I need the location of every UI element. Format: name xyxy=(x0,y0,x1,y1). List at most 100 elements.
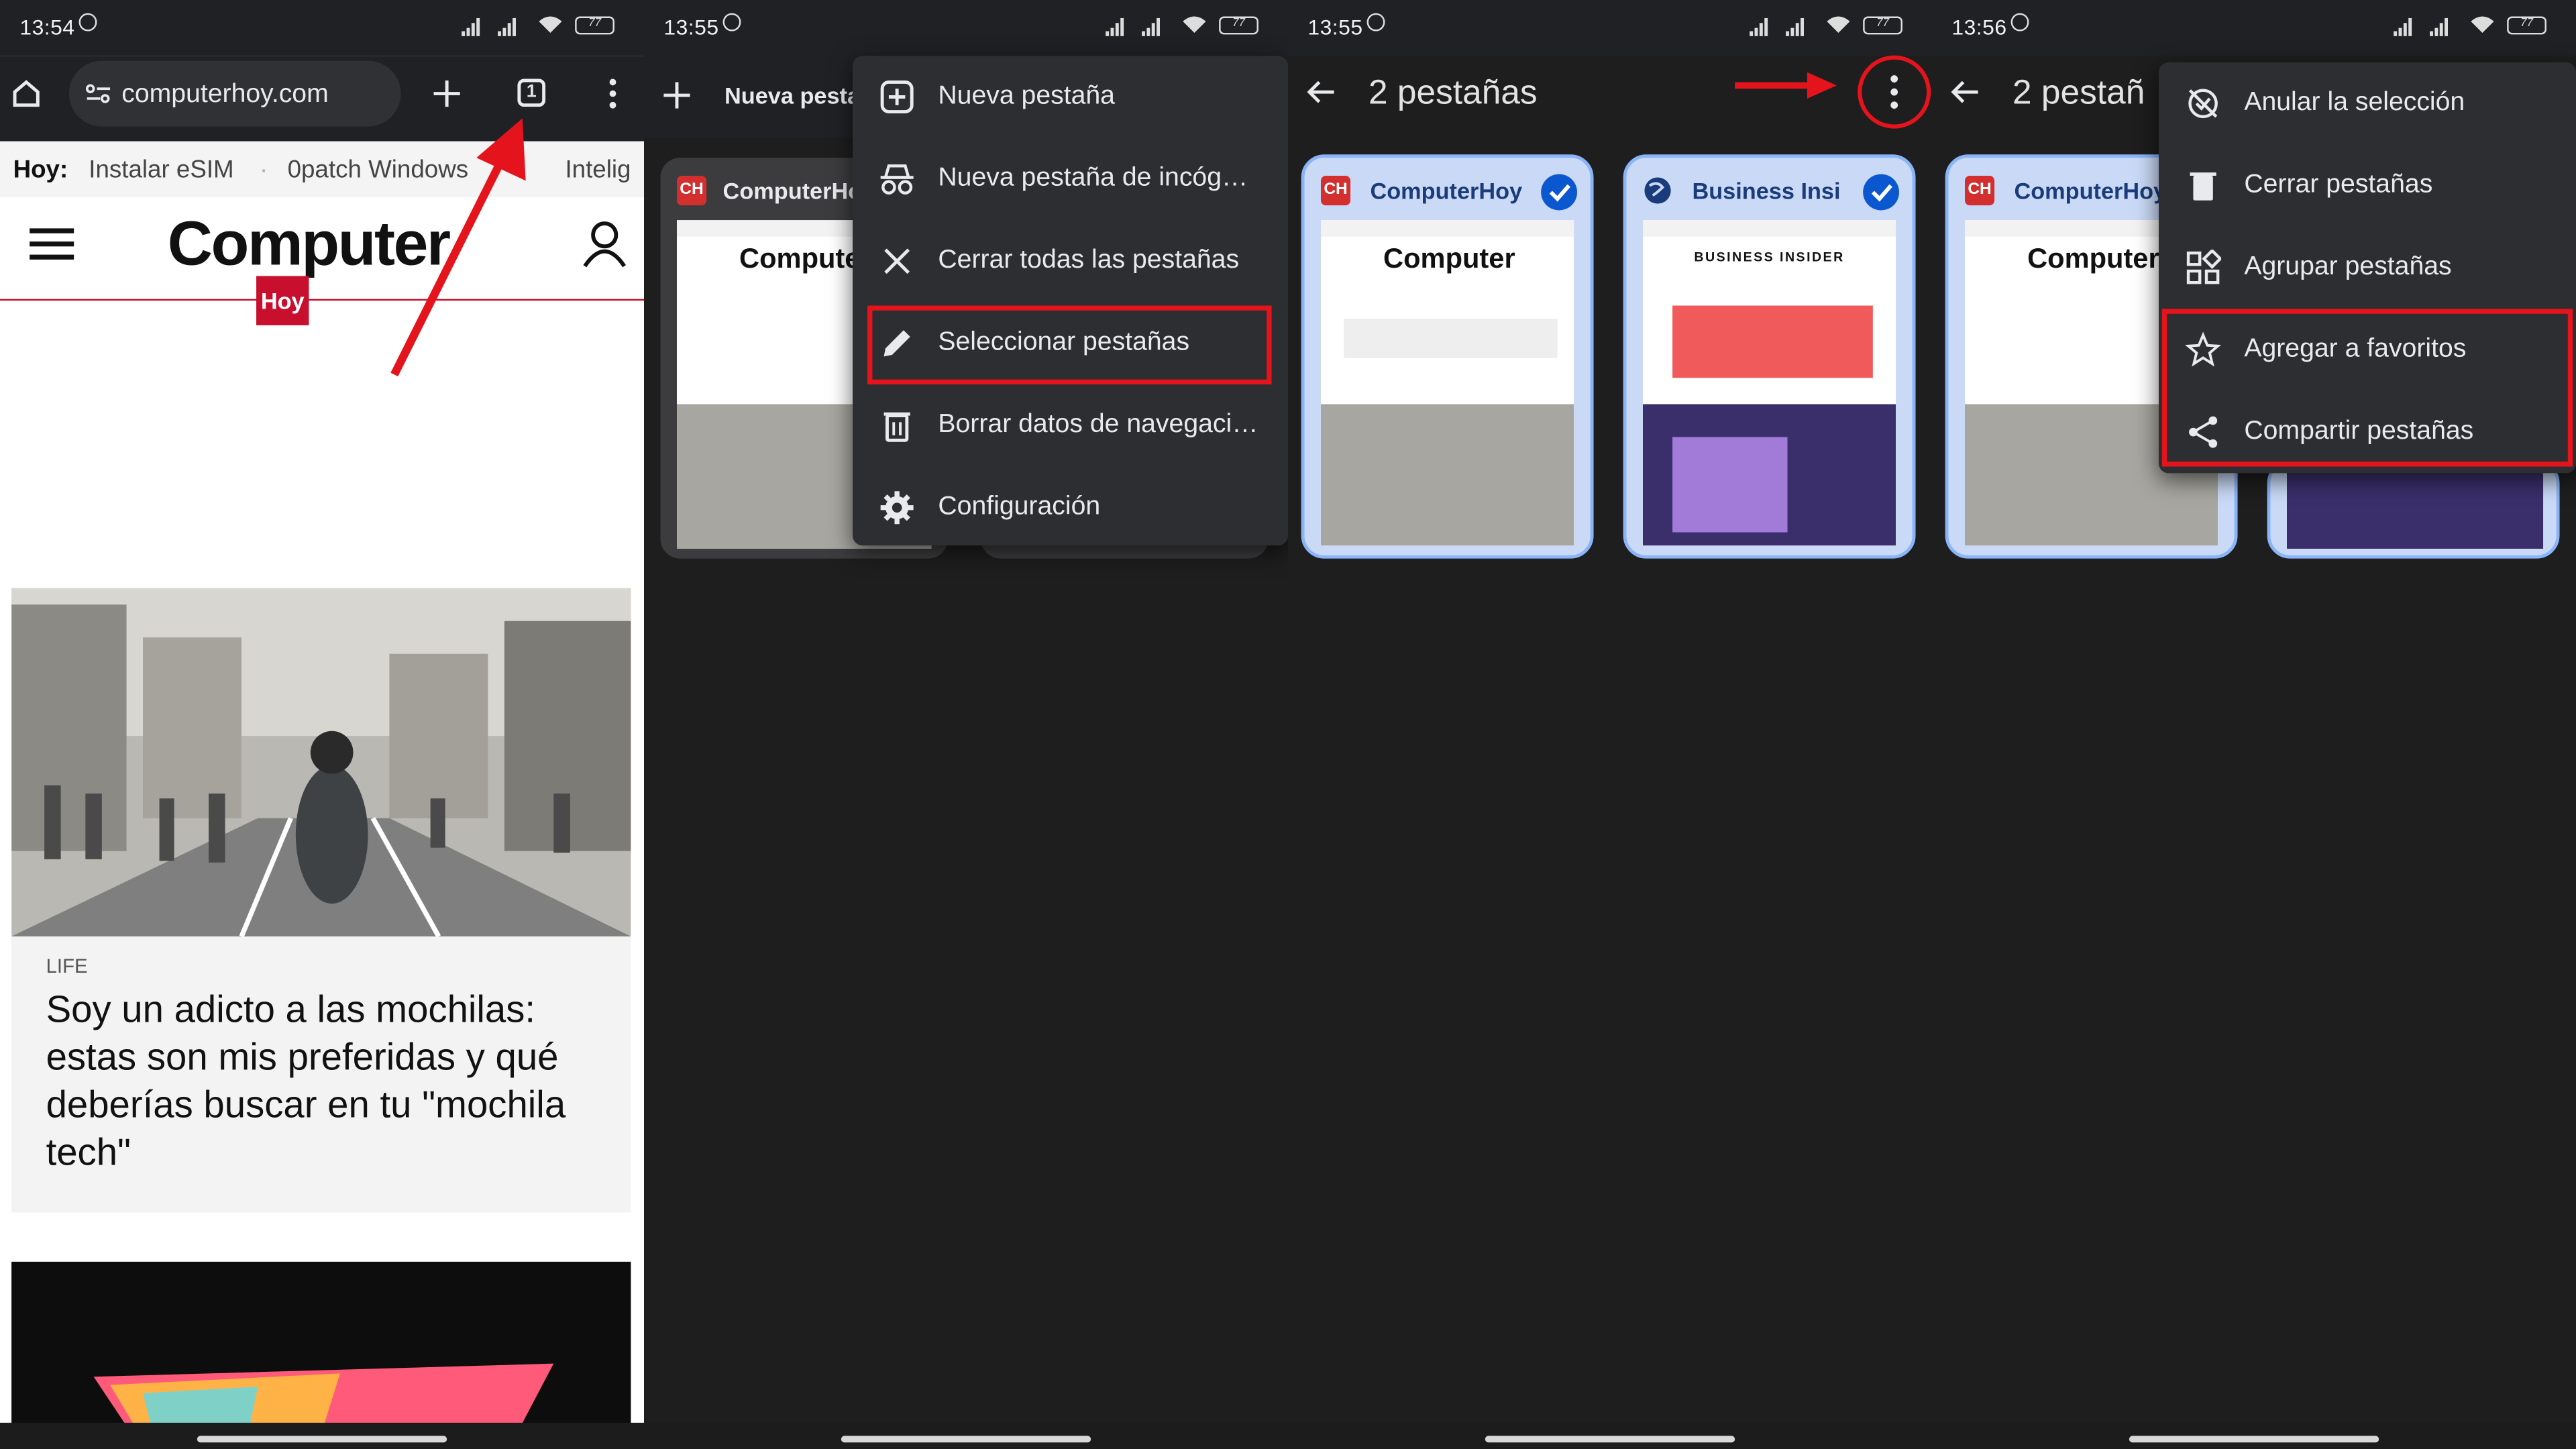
menu-item-label: Nueva pestaña de incóg… xyxy=(938,164,1248,193)
menu-item-clear-data[interactable]: Borrar datos de navegaci… xyxy=(853,384,1288,466)
tab-switcher-button[interactable]: 1 xyxy=(517,78,546,107)
signal-icon xyxy=(462,16,480,36)
selected-tab-card[interactable]: Business Insi BUSINESS INSIDER xyxy=(1623,154,1916,559)
article-category: LIFE xyxy=(46,954,88,978)
menu-item-settings[interactable]: Configuración xyxy=(853,467,1288,549)
menu-item-label: Anular la selección xyxy=(2244,89,2465,117)
panel-browser-page: 13:54 77 computerhoy.com 1 Hoy: Instalar… xyxy=(0,0,645,1449)
new-tab-icon[interactable] xyxy=(660,79,693,112)
screenshot-collage: 13:54 77 computerhoy.com 1 Hoy: Instalar… xyxy=(0,0,2576,1449)
home-indicator[interactable] xyxy=(1485,1436,1735,1443)
status-bar: 13:55 77 xyxy=(644,0,1289,56)
tab-preview: Computer xyxy=(1320,220,1574,546)
selected-tab-card[interactable]: CH ComputerHoy Computer xyxy=(1301,154,1594,559)
tab-title: ComputerHoy xyxy=(1370,177,1523,204)
overflow-menu: Nueva pestaña Nueva pestaña de incóg… Ce… xyxy=(853,56,1289,546)
preview-logo: BUSINESS INSIDER xyxy=(1694,250,1845,265)
new-tab-icon[interactable] xyxy=(431,77,464,110)
signal-icon xyxy=(1106,16,1124,36)
article-card-next[interactable] xyxy=(11,1261,631,1426)
favicon-icon: CH xyxy=(1965,176,1995,206)
new-tab-label[interactable]: Nueva pesta xyxy=(724,82,860,108)
wifi-icon xyxy=(1183,16,1206,33)
battery-icon: 77 xyxy=(575,16,614,35)
menu-item-label: Nueva pestaña xyxy=(938,82,1115,111)
gear-icon xyxy=(880,491,914,525)
menu-item-label: Agrupar pestañas xyxy=(2244,253,2452,281)
menu-item-label: Cerrar pestañas xyxy=(2244,170,2433,199)
status-time: 13:55 xyxy=(663,15,719,40)
menu-item-deselect[interactable]: Anular la selección xyxy=(2159,62,2576,144)
trending-link[interactable]: Instalar eSIM xyxy=(89,156,233,184)
panel-selection-menu: 13:56 77 2 pestañ CH ComputerHoy Compute… xyxy=(1932,0,2576,1449)
signal-icon xyxy=(1750,16,1768,36)
checkmark-icon[interactable] xyxy=(1541,174,1578,211)
back-arrow-icon[interactable] xyxy=(1305,76,1338,109)
address-bar[interactable]: computerhoy.com xyxy=(68,60,401,127)
site-header: Computer Hoy xyxy=(0,197,645,325)
plus-box-icon xyxy=(880,80,914,113)
menu-item-incognito[interactable]: Nueva pestaña de incóg… xyxy=(853,138,1288,220)
incognito-icon xyxy=(880,164,914,195)
article-photo[interactable] xyxy=(11,588,631,936)
status-time: 13:55 xyxy=(1307,15,1363,40)
home-indicator[interactable] xyxy=(197,1436,447,1443)
user-icon[interactable] xyxy=(582,220,628,269)
preview-logo: Computer xyxy=(2027,243,2159,274)
article-headline[interactable]: Soy un adicto a las mochilas: estas son … xyxy=(46,985,605,1176)
checkmark-icon[interactable] xyxy=(1863,174,1900,211)
menu-item-close-tabs[interactable]: Cerrar pestañas xyxy=(2159,145,2576,227)
home-indicator[interactable] xyxy=(2129,1436,2379,1443)
status-bar: 13:55 77 xyxy=(1288,0,1933,56)
globe-icon xyxy=(1644,177,1671,204)
status-time: 13:56 xyxy=(1951,15,2007,40)
preview-logo: Computer xyxy=(1383,243,1515,274)
highlight-box xyxy=(867,305,1272,385)
site-settings-icon[interactable] xyxy=(85,82,111,105)
more-menu-icon[interactable] xyxy=(1853,52,1932,131)
more-menu-icon[interactable] xyxy=(606,77,620,110)
menu-item-group-tabs[interactable]: Agrupar pestañas xyxy=(2159,227,2576,309)
back-arrow-icon[interactable] xyxy=(1949,76,1982,109)
menu-item-label: Borrar datos de navegaci… xyxy=(938,411,1258,439)
group-icon xyxy=(2186,250,2222,284)
home-indicator[interactable] xyxy=(841,1436,1091,1443)
hamburger-menu-icon[interactable] xyxy=(30,227,76,263)
alarm-icon xyxy=(2010,13,2029,32)
trending-label: Hoy: xyxy=(13,156,68,184)
signal-icon xyxy=(2394,16,2412,36)
article-card[interactable]: LIFE Soy un adicto a las mochilas: estas… xyxy=(11,588,631,1213)
signal-icon xyxy=(1786,16,1805,36)
trending-bar: Hoy: Instalar eSIM · 0patch Windows Inte… xyxy=(0,141,645,199)
status-bar: 13:56 77 xyxy=(1932,0,2576,56)
highlight-box xyxy=(2161,309,2573,467)
selected-tab-card[interactable] xyxy=(2267,460,2560,559)
tab-preview: BUSINESS INSIDER xyxy=(1643,220,1896,546)
red-arrow-annotation xyxy=(390,118,526,377)
trash-icon xyxy=(883,412,910,442)
site-logo-badge: Hoy xyxy=(256,276,309,325)
menu-item-new-tab[interactable]: Nueva pestaña xyxy=(853,56,1288,138)
panel-tab-switcher-menu: 13:55 77 Nueva pesta CH ComputerHoy Comp… xyxy=(644,0,1289,1449)
signal-icon xyxy=(498,16,516,36)
selection-title: 2 pestañ xyxy=(2012,74,2145,112)
tab-title: Business Insi xyxy=(1692,177,1841,204)
battery-icon: 77 xyxy=(2507,16,2546,35)
separator-dot: · xyxy=(259,156,268,184)
battery-icon: 77 xyxy=(1863,16,1902,35)
article-photo[interactable] xyxy=(11,1261,631,1426)
home-icon[interactable] xyxy=(10,77,43,110)
status-bar: 13:54 77 xyxy=(0,0,645,56)
wifi-icon xyxy=(539,16,562,33)
trash-icon xyxy=(2190,172,2216,201)
browser-toolbar: computerhoy.com 1 xyxy=(0,56,645,142)
menu-item-label: Cerrar todas las pestañas xyxy=(938,246,1240,274)
red-arrow-annotation xyxy=(1735,72,1837,99)
wifi-icon xyxy=(1827,16,1850,33)
url-text: computerhoy.com xyxy=(121,80,329,109)
trending-link[interactable]: Intelig xyxy=(565,156,631,184)
menu-item-close-all[interactable]: Cerrar todas las pestañas xyxy=(853,220,1288,302)
signal-icon xyxy=(1142,16,1160,36)
close-icon xyxy=(884,248,910,274)
alarm-icon xyxy=(1366,13,1385,32)
